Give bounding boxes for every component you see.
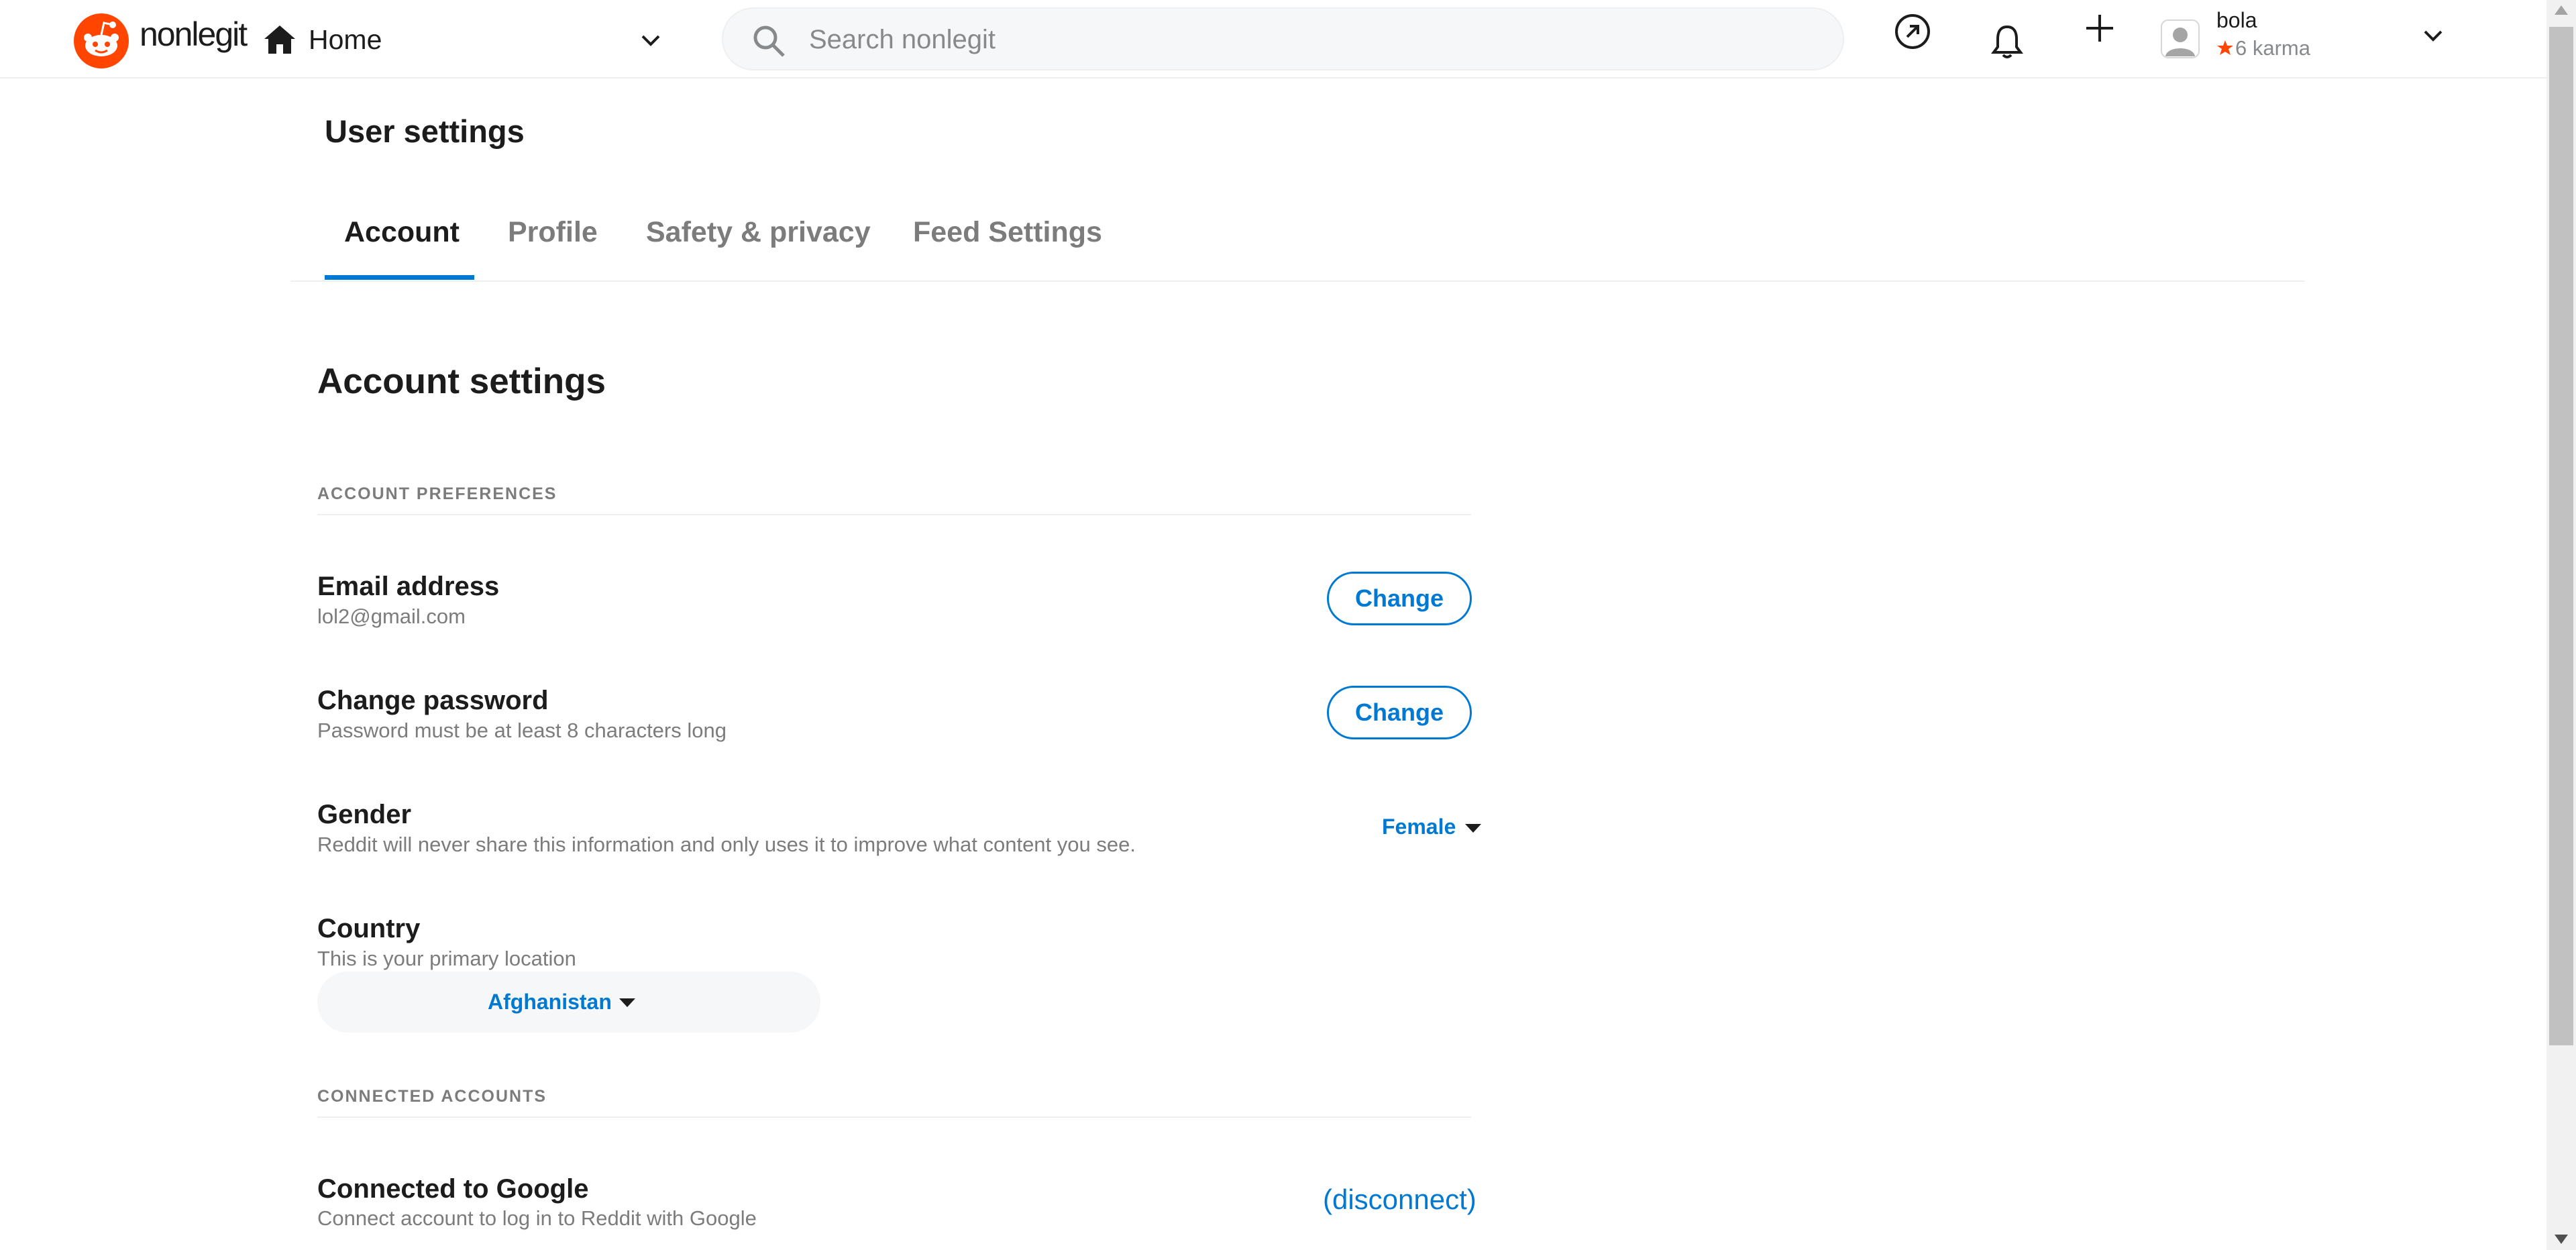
search-bar[interactable] (722, 7, 1844, 70)
country-value: Afghanistan (488, 990, 612, 1014)
karma-count: 6 karma (2216, 36, 2310, 60)
username: bola (2216, 8, 2257, 32)
tab-profile[interactable]: Profile (508, 216, 598, 249)
brand-wordmark[interactable]: nonlegit (140, 15, 248, 54)
avatar-icon (2161, 19, 2200, 58)
page-scrollbar[interactable] (2546, 0, 2576, 1250)
page-title: User settings (325, 113, 525, 149)
reddit-logo-icon[interactable] (74, 13, 129, 68)
home-icon (264, 25, 295, 54)
search-icon (753, 25, 785, 57)
connected-accounts-label: CONNECTED ACCOUNTS (317, 1087, 547, 1106)
settings-tabs: Account Profile Safety & privacy Feed Se… (290, 201, 2305, 282)
caret-down-icon (1465, 824, 1481, 833)
active-tab-indicator (325, 275, 474, 280)
divider (317, 1116, 1471, 1118)
scroll-up-arrow-icon[interactable] (2555, 5, 2568, 15)
email-title: Email address (317, 572, 500, 601)
gender-value: Female (1382, 815, 1456, 839)
country-title: Country (317, 914, 421, 943)
search-input[interactable] (808, 19, 1803, 60)
karma-label: 6 karma (2235, 36, 2310, 60)
top-header: nonlegit Home bola (0, 0, 2546, 79)
gender-dropdown[interactable]: Female (1382, 811, 1489, 844)
disconnect-google-link[interactable]: (disconnect) (1323, 1184, 1477, 1216)
tab-feed-settings[interactable]: Feed Settings (913, 216, 1102, 249)
chevron-down-icon (641, 35, 660, 46)
karma-icon (2217, 40, 2233, 55)
user-menu[interactable]: bola 6 karma (2160, 4, 2449, 71)
country-desc: This is your primary location (317, 947, 576, 970)
country-dropdown[interactable]: Afghanistan (317, 972, 820, 1033)
divider (317, 514, 1471, 515)
caret-down-icon (619, 998, 635, 1007)
scroll-down-arrow-icon[interactable] (2555, 1235, 2568, 1244)
home-label: Home (309, 24, 382, 55)
password-title: Change password (317, 686, 549, 715)
email-value: lol2@gmail.com (317, 605, 466, 628)
change-password-button[interactable]: Change (1327, 686, 1472, 739)
account-preferences-label: ACCOUNT PREFERENCES (317, 484, 557, 503)
home-feed-switcher[interactable]: Home (263, 19, 664, 62)
plus-icon[interactable] (2084, 12, 2116, 44)
tab-account[interactable]: Account (344, 216, 460, 249)
chevron-down-icon (2424, 30, 2443, 42)
google-title: Connected to Google (317, 1174, 589, 1204)
popular-icon[interactable] (1893, 12, 1932, 51)
gender-title: Gender (317, 800, 412, 829)
change-email-button[interactable]: Change (1327, 572, 1472, 625)
password-desc: Password must be at least 8 characters l… (317, 719, 727, 742)
tab-safety-privacy[interactable]: Safety & privacy (646, 216, 871, 249)
scrollbar-thumb[interactable] (2549, 27, 2573, 1045)
gender-desc: Reddit will never share this information… (317, 833, 1136, 856)
bell-icon[interactable] (1990, 23, 2025, 60)
google-desc: Connect account to log in to Reddit with… (317, 1206, 757, 1230)
section-title: Account settings (317, 362, 606, 401)
